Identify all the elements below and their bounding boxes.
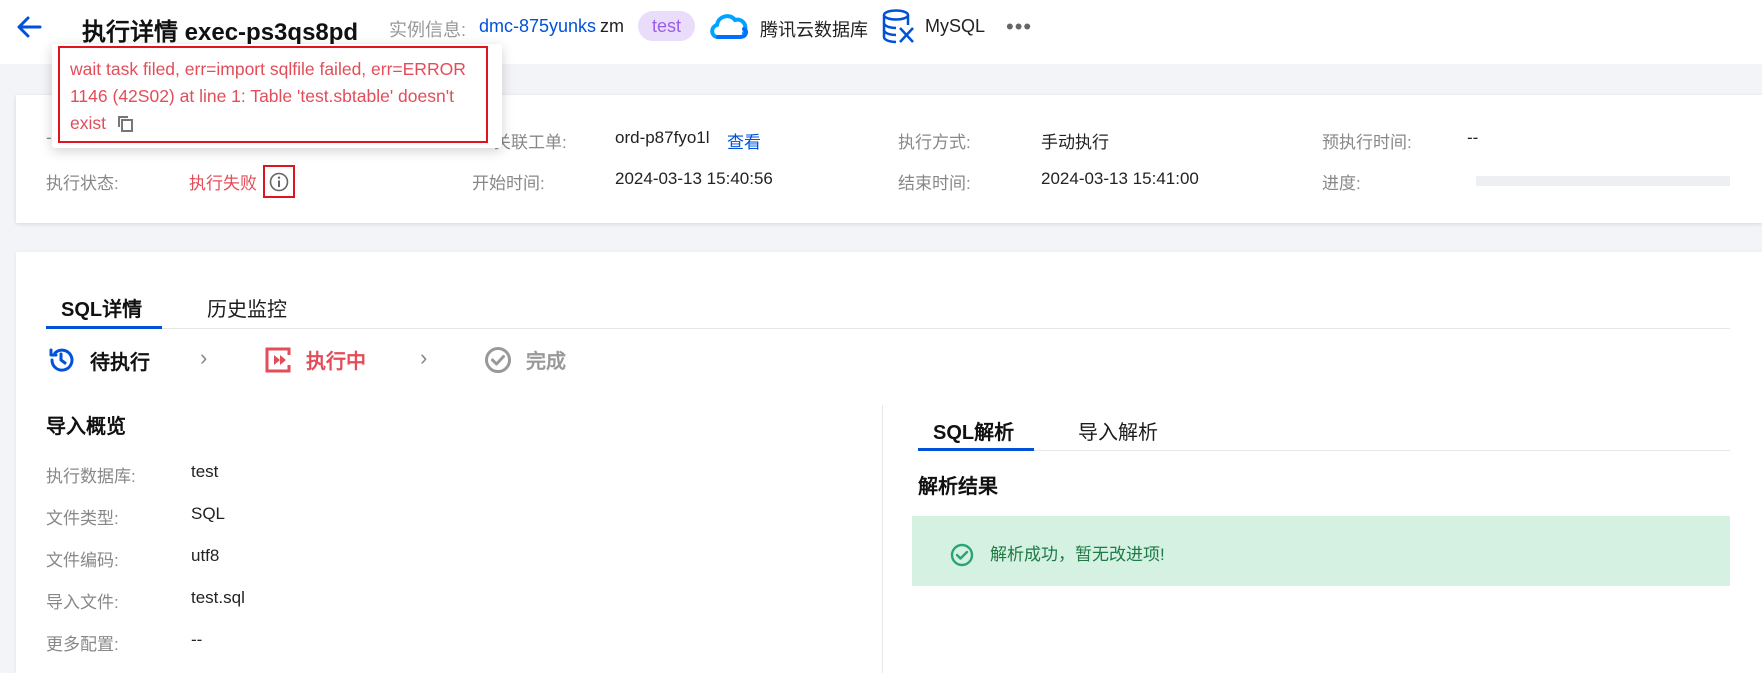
tab-sql-detail[interactable]: SQL详情 <box>61 293 142 322</box>
success-message: 解析成功，暂无改进项! <box>990 545 1165 564</box>
page-title: 执行详情 exec-ps3qs8pd <box>82 19 359 46</box>
step-done: 完成 <box>484 345 566 374</box>
view-order-link[interactable]: 查看 <box>727 128 761 153</box>
status-label: 执行状态: <box>46 174 119 193</box>
column-divider <box>882 405 883 673</box>
check-circle-icon <box>485 346 511 373</box>
overview-label: 执行数据库: <box>46 467 136 486</box>
chevron-right-icon: › <box>420 345 428 370</box>
planned-time-label: 预执行时间: <box>1322 133 1412 152</box>
planned-time-value: -- <box>1467 128 1479 147</box>
error-message-box: wait task filed, err=import sqlfile fail… <box>58 46 488 143</box>
overview-label: 文件编码: <box>46 551 119 570</box>
end-time-label: 结束时间: <box>898 174 971 193</box>
analysis-tabs-divider <box>918 450 1730 451</box>
step-pending-label: 待执行 <box>90 351 150 374</box>
overview-value: test.sql <box>191 588 245 607</box>
tabs-divider <box>46 328 1730 329</box>
tab-history-monitor[interactable]: 历史监控 <box>207 293 287 322</box>
hidden-label-stub: - <box>46 128 52 147</box>
analysis-result-title: 解析结果 <box>918 476 998 498</box>
history-clock-icon <box>49 348 74 372</box>
cloud-name: 腾讯云数据库 <box>760 20 868 40</box>
overview-label: 导入文件: <box>46 593 119 612</box>
more-icon[interactable]: ••• <box>1006 14 1032 40</box>
method-value: 手动执行 <box>1041 133 1109 152</box>
active-tab-indicator <box>918 448 1034 451</box>
overview-value: SQL <box>191 504 226 523</box>
step-done-label: 完成 <box>526 351 566 373</box>
start-time-value: 2024-03-13 15:40:56 <box>615 169 773 188</box>
tab-import-analysis[interactable]: 导入解析 <box>1078 416 1158 445</box>
db-type: MySQL <box>925 16 986 36</box>
progress-bar <box>1476 176 1730 186</box>
overview-value: utf8 <box>191 546 220 565</box>
instance-user: zm <box>600 16 624 36</box>
env-tag: test <box>638 11 696 41</box>
play-box-icon <box>265 347 291 372</box>
status-value: 执行失败 <box>189 174 257 193</box>
overview-title: 导入概览 <box>46 416 126 438</box>
instance-id-link[interactable]: dmc-875yunks <box>479 16 596 37</box>
active-tab-indicator <box>46 326 162 329</box>
overview-value: test <box>191 462 219 481</box>
mysql-db-icon <box>882 9 914 44</box>
step-pending: 待执行 <box>46 345 150 375</box>
copy-icon[interactable] <box>117 115 135 133</box>
order-id: ord-p87fyo1l <box>615 128 710 147</box>
chevron-right-icon: › <box>200 345 208 370</box>
overview-value: -- <box>191 630 203 649</box>
order-label: 关联工单: <box>494 133 567 152</box>
method-label: 执行方式: <box>898 133 971 152</box>
step-running-label: 执行中 <box>306 351 366 373</box>
step-running: 执行中 <box>264 345 366 374</box>
status-info-button[interactable] <box>263 165 295 198</box>
end-time-value: 2024-03-13 15:41:00 <box>1041 169 1199 188</box>
tab-sql-analysis[interactable]: SQL解析 <box>933 416 1014 445</box>
start-time-label: 开始时间: <box>472 174 545 193</box>
overview-label: 文件类型: <box>46 509 119 528</box>
instance-label: 实例信息: <box>389 20 467 40</box>
back-arrow-icon[interactable] <box>14 12 44 42</box>
progress-label: 进度: <box>1322 174 1361 193</box>
success-check-icon <box>950 543 974 567</box>
tencent-cloud-icon <box>710 14 749 39</box>
overview-label: 更多配置: <box>46 635 119 654</box>
info-circle-icon <box>269 172 289 191</box>
